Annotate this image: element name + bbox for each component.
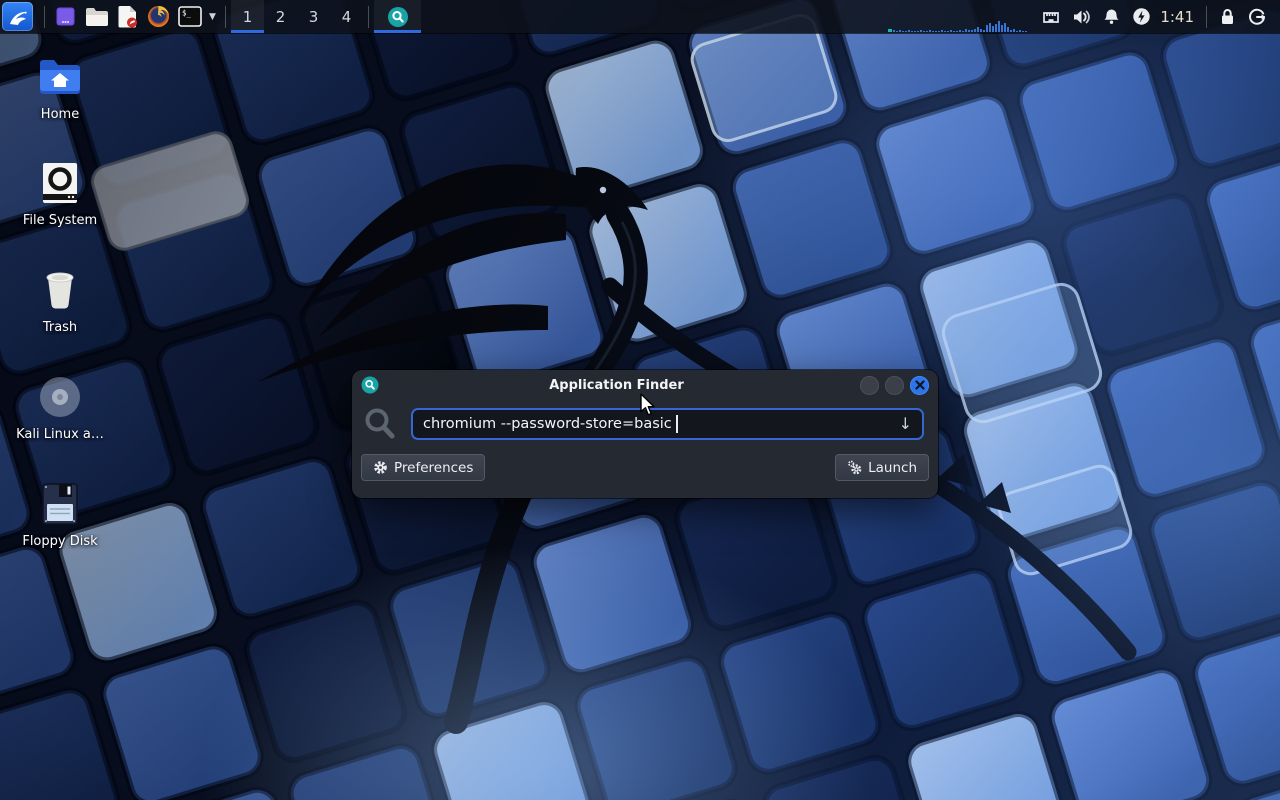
search-icon xyxy=(362,406,398,442)
logout-button[interactable] xyxy=(1242,0,1272,33)
window-app-finder-icon xyxy=(361,376,379,394)
workspace-button-4[interactable]: 4 xyxy=(330,0,363,33)
floppy-disk-icon xyxy=(10,479,110,529)
logout-icon xyxy=(1247,7,1267,27)
desktop-icon-kali-volume[interactable]: Kali Linux a… xyxy=(10,372,110,442)
maximize-button[interactable] xyxy=(885,376,904,395)
application-finder-window: Application Finder chromium --password-s… xyxy=(352,370,938,498)
desktop-icon-home[interactable]: Home xyxy=(10,52,110,122)
panel-separator xyxy=(1206,6,1207,28)
launcher-text-editor[interactable] xyxy=(112,1,143,32)
cpu-graph[interactable] xyxy=(886,0,1036,33)
terminal-menu-chevron[interactable]: ▼ xyxy=(205,12,220,22)
workspace-button-1[interactable]: 1 xyxy=(231,0,264,33)
top-panel: $_ ▼ 1 2 3 4 xyxy=(0,0,1280,33)
desktop-icon-floppy[interactable]: Floppy Disk xyxy=(10,479,110,549)
notifications-tray-button[interactable] xyxy=(1096,0,1126,33)
disc-volume-icon xyxy=(10,372,110,422)
notifications-icon xyxy=(1102,7,1121,27)
kali-menu-icon xyxy=(6,6,30,28)
clock[interactable]: 1:41 xyxy=(1160,8,1194,26)
window-title: Application Finder xyxy=(379,378,854,393)
file-manager-icon xyxy=(85,7,109,27)
applications-menu-button[interactable] xyxy=(2,2,33,31)
launch-button[interactable]: Launch xyxy=(835,454,929,481)
firefox-icon xyxy=(147,5,170,28)
power-manager-tray-button[interactable] xyxy=(1126,0,1156,33)
volume-icon xyxy=(1071,7,1091,27)
workspace-button-3[interactable]: 3 xyxy=(297,0,330,33)
arrow-down-icon[interactable]: ↓ xyxy=(899,416,912,432)
app-finder-icon xyxy=(387,6,409,28)
text-caret xyxy=(676,415,678,433)
svg-text:$_: $_ xyxy=(182,9,192,18)
lock-icon xyxy=(1218,7,1237,27)
minimize-button[interactable] xyxy=(860,376,879,395)
lock-screen-button[interactable] xyxy=(1212,0,1242,33)
desktop-icon-file-system[interactable]: File System xyxy=(10,158,110,228)
text-editor-icon xyxy=(117,5,139,28)
panel-separator xyxy=(44,6,45,28)
panel-separator xyxy=(368,6,369,28)
panel-separator xyxy=(225,6,226,28)
terminal-icon: $_ xyxy=(178,6,202,27)
network-tray-button[interactable] xyxy=(1036,0,1066,33)
power-icon xyxy=(1132,7,1151,26)
network-icon xyxy=(1041,7,1061,27)
command-input[interactable]: chromium --password-store=basic ↓ xyxy=(411,408,924,440)
command-input-value: chromium --password-store=basic xyxy=(423,416,672,432)
close-button[interactable] xyxy=(910,376,929,395)
launcher-web-browser[interactable] xyxy=(143,1,174,32)
purple-app-icon xyxy=(54,5,77,28)
trash-icon xyxy=(10,265,110,315)
launcher-purple-app[interactable] xyxy=(50,1,81,32)
taskbar-app-finder-button[interactable] xyxy=(374,0,421,33)
preferences-button[interactable]: Preferences xyxy=(361,454,485,481)
close-icon xyxy=(915,380,925,390)
desktop-icon-trash[interactable]: Trash xyxy=(10,265,110,335)
gear-icon xyxy=(373,460,388,475)
workspace-button-2[interactable]: 2 xyxy=(264,0,297,33)
launcher-file-manager[interactable] xyxy=(81,1,112,32)
filesystem-drive-icon xyxy=(10,158,110,208)
launcher-terminal[interactable]: $_ xyxy=(174,1,205,32)
launch-gears-icon xyxy=(847,460,862,475)
home-folder-icon xyxy=(10,52,110,102)
desktop: $_ ▼ 1 2 3 4 xyxy=(0,0,1280,800)
mouse-cursor xyxy=(639,393,659,417)
volume-tray-button[interactable] xyxy=(1066,0,1096,33)
